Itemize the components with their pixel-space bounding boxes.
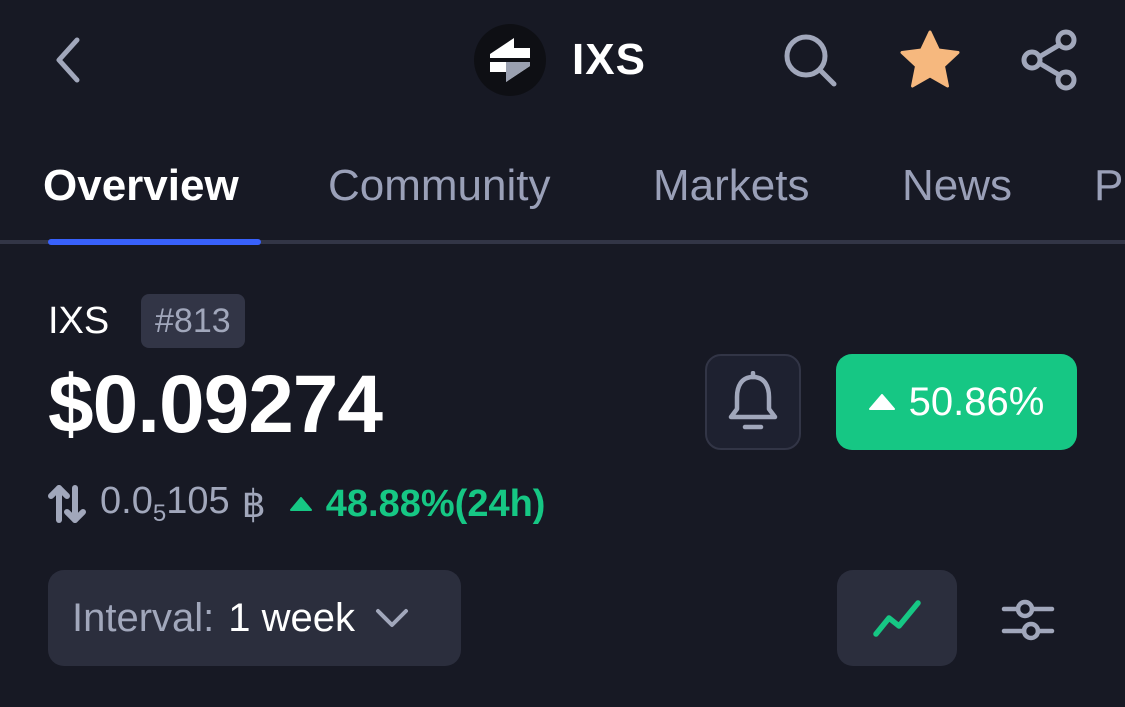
interval-value: 1 week <box>228 595 356 640</box>
price-change-value: 50.86% <box>908 379 1045 424</box>
tab-partial[interactable]: P <box>1094 160 1123 212</box>
swap-vertical-icon[interactable] <box>48 484 86 524</box>
rank-badge: #813 <box>141 294 245 348</box>
triangle-up-icon <box>289 497 312 511</box>
search-button[interactable] <box>778 28 842 92</box>
line-chart-toggle[interactable] <box>837 570 957 666</box>
active-tab-indicator <box>48 239 261 245</box>
share-icon <box>1021 29 1077 91</box>
coin-logo <box>474 24 546 96</box>
btc-price: 0.05105 <box>100 480 230 527</box>
line-chart-icon <box>873 600 921 637</box>
chart-settings-button[interactable] <box>990 582 1066 658</box>
btc-unit: ฿ <box>241 483 266 526</box>
price-alert-button[interactable] <box>705 354 801 450</box>
btc-change: 48.88%(24h) <box>289 482 546 526</box>
page-title: IXS <box>572 35 646 84</box>
btc-price-row: 0.05105 ฿ 48.88%(24h) <box>48 478 545 530</box>
sliders-icon <box>1001 599 1055 641</box>
coin-price: $0.09274 <box>48 359 383 450</box>
chevron-down-icon <box>375 608 409 628</box>
ixs-logo-icon <box>490 38 530 82</box>
price-change-badge[interactable]: 50.86% <box>836 354 1077 450</box>
tab-overview[interactable]: Overview <box>43 160 239 212</box>
share-button[interactable] <box>1018 28 1082 92</box>
favorite-button[interactable] <box>898 28 962 92</box>
tab-bar: Overview Community Markets News P <box>0 150 1125 242</box>
bell-icon <box>728 371 778 430</box>
tab-community[interactable]: Community <box>328 160 551 212</box>
back-button[interactable] <box>40 30 96 90</box>
chevron-left-icon <box>56 37 80 83</box>
triangle-up-icon <box>868 394 895 410</box>
star-icon <box>900 30 960 88</box>
btc-change-value: 48.88%(24h) <box>325 482 546 525</box>
tab-markets[interactable]: Markets <box>653 160 809 212</box>
coin-symbol: IXS <box>48 300 110 342</box>
interval-label: Interval: <box>72 595 215 640</box>
tab-news[interactable]: News <box>902 160 1012 212</box>
interval-selector[interactable]: Interval: 1 week <box>48 570 461 666</box>
search-icon <box>784 34 837 87</box>
